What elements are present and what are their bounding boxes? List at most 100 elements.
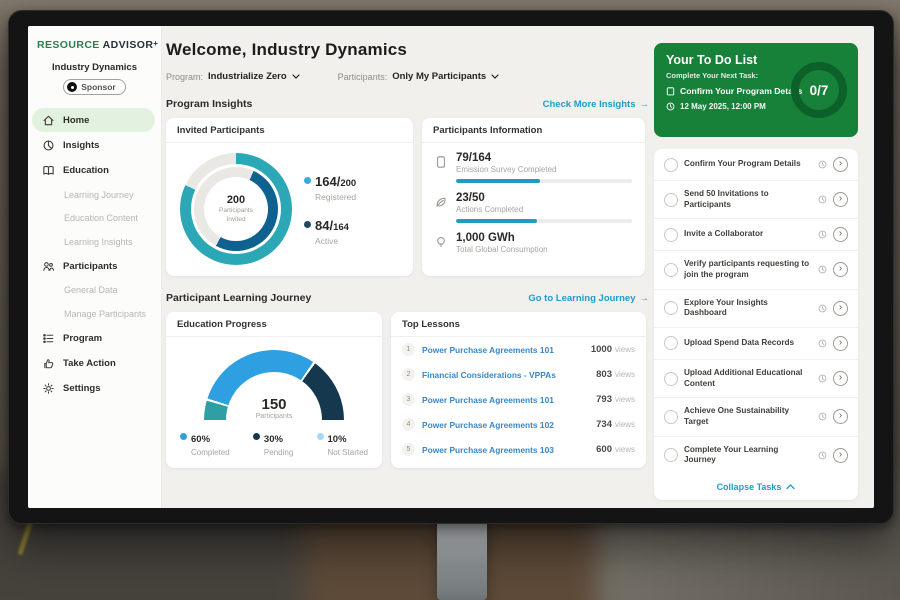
- sidebar-item-insights[interactable]: Insights: [28, 133, 161, 158]
- participants-filter-dropdown[interactable]: Participants: Only My Participants: [338, 71, 500, 82]
- program-filter-dropdown[interactable]: Program: Industrialize Zero: [166, 71, 300, 82]
- task-checkbox[interactable]: [664, 448, 678, 462]
- chevron-right-button[interactable]: ›: [833, 409, 848, 424]
- sidebar-item-learning-insights[interactable]: Learning Insights: [28, 230, 161, 254]
- clock-icon: [818, 339, 827, 348]
- participants-filter-label: Participants:: [338, 72, 388, 82]
- education-progress-gauge: 150 Participants: [204, 350, 344, 420]
- lesson-link[interactable]: Power Purchase Agreements 101: [422, 395, 596, 405]
- chevron-down-icon: [292, 74, 300, 79]
- todo-next-task: Confirm Your Program Details: [680, 86, 802, 96]
- task-checkbox[interactable]: [664, 193, 678, 207]
- chevron-right-button[interactable]: ›: [833, 448, 848, 463]
- sidebar-item-take-action[interactable]: Take Action: [28, 351, 161, 376]
- lesson-link[interactable]: Power Purchase Agreements 103: [422, 445, 596, 455]
- task-row-verify-participants[interactable]: Verify participants requesting to join t…: [654, 251, 858, 289]
- main-content: Welcome, Industry Dynamics Program: Indu…: [166, 26, 649, 468]
- chevron-right-button[interactable]: ›: [833, 157, 848, 172]
- stat-bar-fill: [456, 179, 540, 183]
- lesson-link[interactable]: Power Purchase Agreements 101: [422, 345, 591, 355]
- not-started-label: Not Started: [328, 448, 368, 457]
- completed-pct: 60%: [191, 434, 210, 445]
- task-checkbox[interactable]: [664, 158, 678, 172]
- task-row-confirm-program[interactable]: Confirm Your Program Details ›: [654, 149, 858, 181]
- task-row-complete-learning-journey[interactable]: Complete Your Learning Journey ›: [654, 437, 858, 474]
- task-checkbox[interactable]: [664, 263, 678, 277]
- donut-center-label: Participants Invited: [212, 207, 260, 223]
- lesson-row[interactable]: 2 Financial Considerations - VPPAs 803 v…: [391, 362, 646, 387]
- go-to-learning-journey-label: Go to Learning Journey: [528, 293, 635, 304]
- task-checkbox[interactable]: [664, 410, 678, 424]
- sidebar-item-participants[interactable]: Participants: [28, 254, 161, 279]
- lesson-row[interactable]: 3 Power Purchase Agreements 101 793 view…: [391, 387, 646, 412]
- legend-pending: 30% Pending: [253, 429, 293, 457]
- sponsor-badge-icon: [67, 82, 77, 92]
- stat-value: 23/50: [456, 192, 632, 204]
- task-checkbox[interactable]: [664, 228, 678, 242]
- sidebar-item-education[interactable]: Education: [28, 158, 161, 183]
- lesson-link[interactable]: Power Purchase Agreements 102: [422, 420, 596, 430]
- chevron-right-button[interactable]: ›: [833, 192, 848, 207]
- task-row-upload-spend-data[interactable]: Upload Spend Data Records ›: [654, 328, 858, 360]
- task-label: Achieve One Sustainability Target: [684, 406, 812, 427]
- chevron-right-button[interactable]: ›: [833, 262, 848, 277]
- task-row-explore-insights[interactable]: Explore Your Insights Dashboard ›: [654, 290, 858, 328]
- sidebar-item-manage-participants[interactable]: Manage Participants: [28, 302, 161, 326]
- task-row-achieve-target[interactable]: Achieve One Sustainability Target ›: [654, 398, 858, 436]
- sidebar-item-education-content[interactable]: Education Content: [28, 207, 161, 231]
- insights-icon: [42, 139, 55, 152]
- chevron-right-button[interactable]: ›: [833, 371, 848, 386]
- education-progress-card: Education Progress 150 Participants: [166, 312, 382, 468]
- collapse-tasks-label: Collapse Tasks: [717, 482, 782, 492]
- task-checkbox[interactable]: [664, 301, 678, 315]
- sidebar-item-general-data[interactable]: General Data: [28, 279, 161, 303]
- program-filter-value: Industrialize Zero: [208, 71, 287, 82]
- sidebar-item-settings[interactable]: Settings: [28, 376, 161, 401]
- lesson-rank-badge: 3: [402, 393, 415, 406]
- clipboard-icon: [666, 86, 675, 96]
- task-checkbox[interactable]: [664, 372, 678, 386]
- program-filter-label: Program:: [166, 72, 203, 82]
- check-more-insights-link[interactable]: Check More Insights →: [543, 99, 649, 110]
- pending-dot: [253, 433, 260, 440]
- sidebar-item-label: Education Content: [64, 213, 138, 223]
- participants-information-card-title: Participants Information: [422, 118, 645, 143]
- lesson-link[interactable]: Financial Considerations - VPPAs: [422, 370, 596, 380]
- todo-header-card: Your To Do List Complete Your Next Task:…: [654, 43, 858, 137]
- org-name: Industry Dynamics: [28, 62, 161, 73]
- hand-icon: [42, 357, 55, 370]
- lesson-views-label: views: [615, 420, 635, 429]
- arrow-right-icon: →: [640, 293, 650, 304]
- chevron-right-button[interactable]: ›: [833, 336, 848, 351]
- sidebar-item-label: Education: [63, 165, 109, 176]
- learning-journey-title: Participant Learning Journey: [166, 292, 311, 304]
- filter-bar: Program: Industrialize Zero Participants…: [166, 71, 649, 82]
- check-more-insights-label: Check More Insights: [543, 99, 636, 110]
- stat-bar: [456, 179, 632, 183]
- lesson-row[interactable]: 5 Power Purchase Agreements 103 600 view…: [391, 437, 646, 462]
- chevron-right-button[interactable]: ›: [833, 301, 848, 316]
- collapse-tasks-link[interactable]: Collapse Tasks: [654, 474, 858, 500]
- lesson-row[interactable]: 4 Power Purchase Agreements 102 734 view…: [391, 412, 646, 437]
- arrow-right-icon: →: [640, 99, 650, 110]
- clock-icon: [818, 412, 827, 421]
- task-row-send-invitations[interactable]: Send 50 Invitations to Participants ›: [654, 181, 858, 219]
- task-checkbox[interactable]: [664, 336, 678, 350]
- clock-icon: [818, 230, 827, 239]
- sidebar-item-learning-journey[interactable]: Learning Journey: [28, 183, 161, 207]
- participants-information-card: Participants Information 79/164 Emission…: [422, 118, 645, 276]
- lesson-views: 734: [596, 419, 612, 430]
- stat-bar: [456, 219, 632, 223]
- lesson-row[interactable]: 1 Power Purchase Agreements 101 1000 vie…: [391, 337, 646, 362]
- go-to-learning-journey-link[interactable]: Go to Learning Journey →: [528, 293, 649, 304]
- sidebar-item-home[interactable]: Home: [32, 108, 155, 132]
- not-started-pct: 10%: [328, 434, 347, 445]
- chevron-right-button[interactable]: ›: [833, 227, 848, 242]
- task-row-invite-collaborator[interactable]: Invite a Collaborator ›: [654, 219, 858, 251]
- task-row-upload-educational-content[interactable]: Upload Additional Educational Content ›: [654, 360, 858, 398]
- logo-secondary: ADVISOR: [103, 39, 154, 51]
- chevron-up-icon: [786, 484, 795, 490]
- lesson-views-label: views: [615, 445, 635, 454]
- sidebar-item-program[interactable]: Program: [28, 326, 161, 351]
- sidebar-item-label: Learning Insights: [64, 237, 133, 247]
